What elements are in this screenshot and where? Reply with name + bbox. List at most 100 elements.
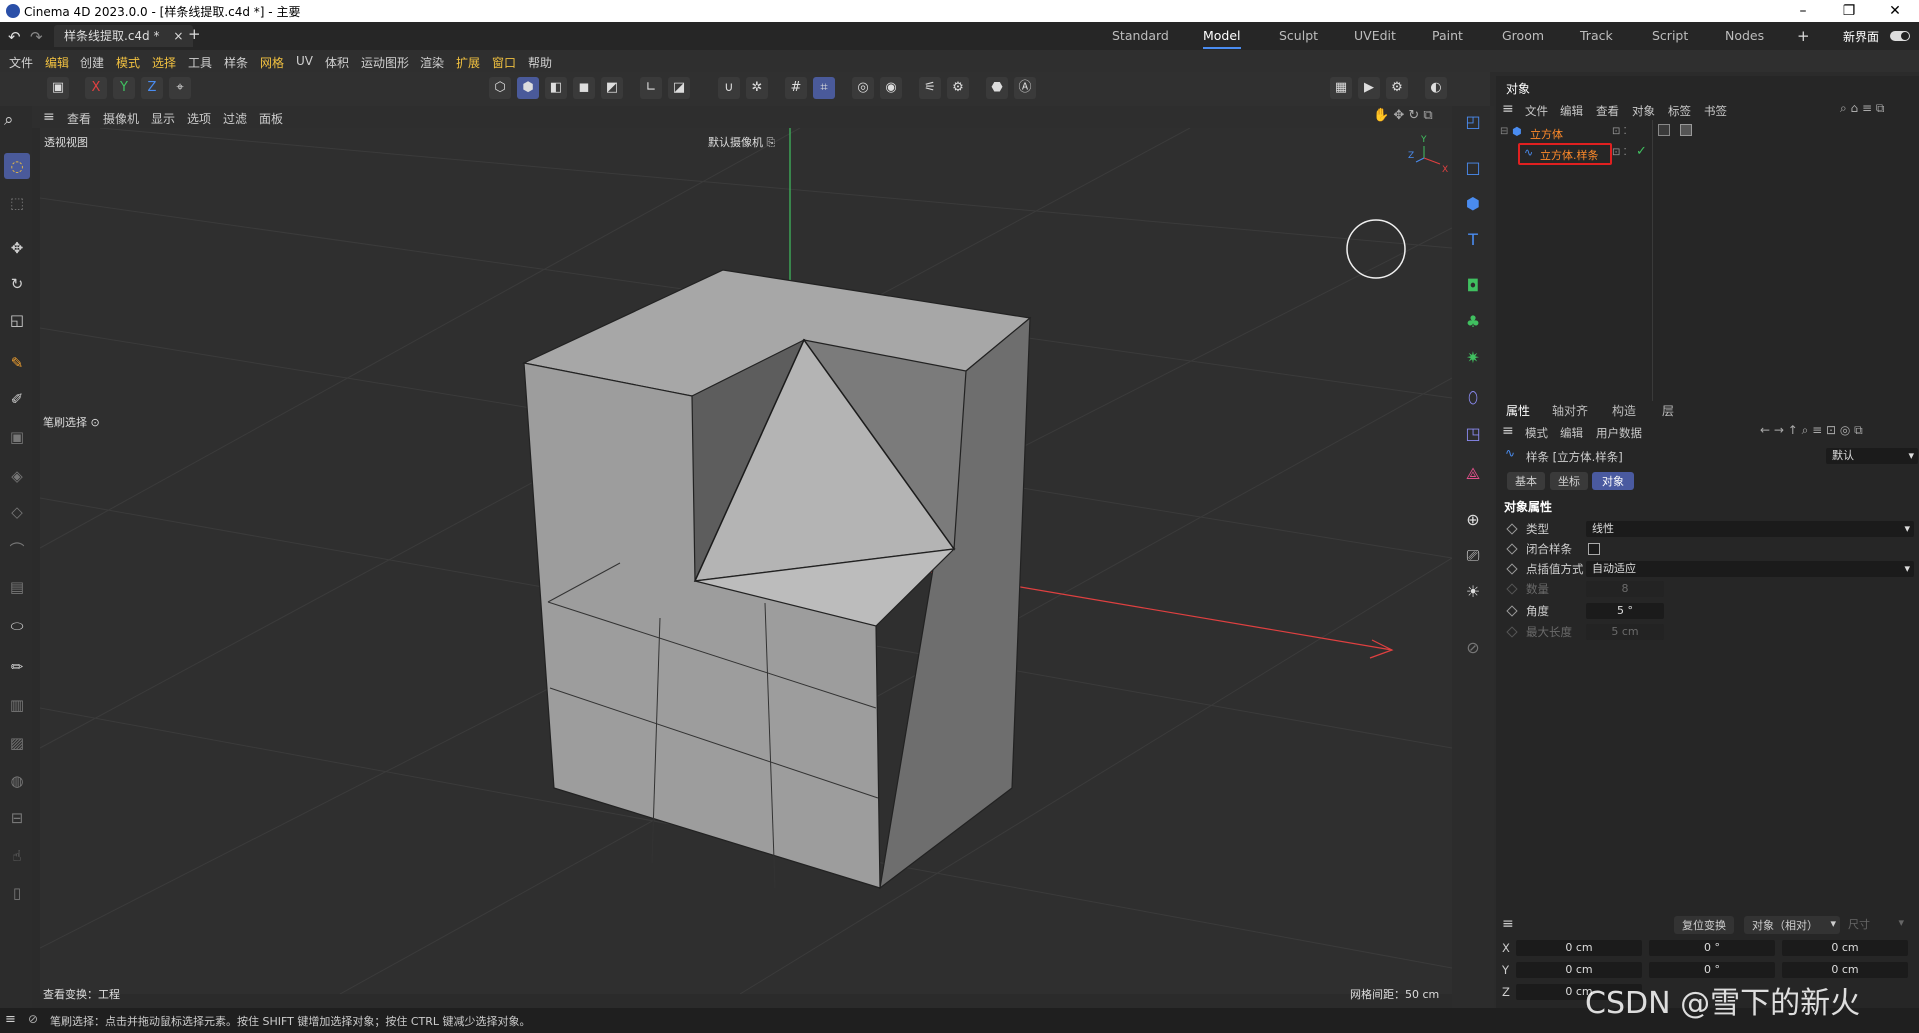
attr-tab-construct[interactable]: 构造 — [1612, 402, 1636, 419]
bridge-icon[interactable]: ⌒ — [4, 537, 30, 563]
cube-visibility-icon[interactable]: ⊡ ⁚ — [1612, 126, 1627, 137]
object-manager-menu-icon[interactable]: ≡ — [1502, 101, 1514, 117]
menu-window[interactable]: 窗口 — [492, 54, 516, 71]
viewport-menu-filter[interactable]: 过滤 — [223, 110, 247, 127]
field-icon[interactable]: ◳ — [1459, 420, 1487, 448]
coord-x-size[interactable]: 0 cm — [1782, 940, 1908, 956]
workplane-snap-icon[interactable]: ⌗ — [813, 77, 835, 99]
polygon-mode-icon[interactable]: ◧ — [545, 77, 567, 99]
om-menu-edit[interactable]: 编辑 — [1560, 103, 1583, 119]
attr-menu-userdata[interactable]: 用户数据 — [1596, 425, 1642, 441]
attr-tab-attributes[interactable]: 属性 — [1506, 402, 1530, 419]
text-object-icon[interactable]: T — [1459, 226, 1487, 254]
coord-y-position[interactable]: 0 cm — [1516, 962, 1642, 978]
viewport-menu-display[interactable]: 显示 — [151, 110, 175, 127]
om-menu-bookmarks[interactable]: 书签 — [1704, 103, 1727, 119]
solo-mode-icon[interactable]: ◪ — [668, 77, 690, 99]
menu-mograph[interactable]: 运动图形 — [361, 54, 409, 71]
tree-expand-icon[interactable]: ⊟ — [1500, 126, 1508, 137]
subtab-basic[interactable]: 基本 — [1507, 472, 1545, 490]
grid-snap-icon[interactable]: # — [785, 77, 807, 99]
spline-rectangle-icon[interactable]: □ — [1459, 154, 1487, 182]
minimize-button[interactable]: – — [1780, 1, 1826, 21]
close-spline-checkbox[interactable] — [1588, 543, 1600, 555]
panel-icon[interactable]: ▯ — [4, 880, 30, 906]
camera-object-icon[interactable]: ⎚ — [1459, 542, 1487, 570]
subtab-object[interactable]: 对象 — [1592, 472, 1634, 490]
viewport-menu-cameras[interactable]: 摄像机 — [103, 110, 139, 127]
layout-paint[interactable]: Paint — [1432, 22, 1463, 50]
sculpt-icon[interactable]: ◍ — [4, 768, 30, 794]
spline-sketch-icon[interactable]: ✐ — [4, 386, 30, 412]
viewport-scene[interactable]: Y Z X — [40, 128, 1452, 994]
uv-mode-icon[interactable]: ◩ — [601, 77, 623, 99]
attr-menu-icon[interactable]: ≡ — [1502, 423, 1514, 439]
reset-transform-button[interactable]: 复位变换 — [1674, 916, 1734, 934]
layout-uvedit[interactable]: UVEdit — [1354, 22, 1396, 50]
render-picture-viewer-icon[interactable]: ▶ — [1358, 77, 1380, 99]
attr-menu-edit[interactable]: 编辑 — [1560, 425, 1583, 441]
viewport-menu-icon[interactable]: ≡ — [43, 109, 55, 125]
layout-groom[interactable]: Groom — [1502, 22, 1544, 50]
new-interface-toggle[interactable] — [1890, 31, 1910, 41]
perspective-viewport[interactable]: Y Z X — [40, 128, 1452, 994]
layout-script[interactable]: Script — [1652, 22, 1688, 50]
paint-icon[interactable]: ⊘ — [1459, 634, 1487, 662]
spline-enabled-check-icon[interactable]: ✓ — [1636, 144, 1647, 159]
coord-y-size[interactable]: 0 cm — [1782, 962, 1908, 978]
menu-extensions[interactable]: 扩展 — [456, 54, 480, 71]
camera-label[interactable]: 默认摄像机 ⎘ — [708, 134, 775, 150]
pen-icon[interactable]: ✎ — [4, 350, 30, 376]
layout-model[interactable]: Model — [1203, 22, 1241, 49]
redshift-icon[interactable]: ◐ — [1425, 77, 1447, 99]
attr-tab-axis-align[interactable]: 轴对齐 — [1552, 402, 1588, 419]
menu-tools[interactable]: 工具 — [188, 54, 212, 71]
deform-icon[interactable]: ⚟ — [919, 77, 941, 99]
menu-mesh[interactable]: 网格 — [260, 54, 284, 71]
deformer-icon[interactable]: ⬯ — [1459, 384, 1487, 412]
menu-render[interactable]: 渲染 — [420, 54, 444, 71]
redo-icon[interactable]: ↷ — [30, 28, 43, 46]
viewport-menu-panel[interactable]: 面板 — [259, 110, 283, 127]
object-row-cube-spline[interactable]: 立方体.样条 — [1540, 147, 1599, 163]
coord-mode-dropdown[interactable]: 对象（相对） ▾ — [1744, 916, 1840, 934]
coord-x-position[interactable]: 0 cm — [1516, 940, 1642, 956]
cube-object-icon[interactable]: ⬢ — [1459, 190, 1487, 218]
align-icon[interactable]: ⊟ — [4, 805, 30, 831]
viewport-menu-view[interactable]: 查看 — [67, 110, 91, 127]
light-object-icon[interactable]: ☀ — [1459, 578, 1487, 606]
camera-icon[interactable]: ▣ — [47, 77, 69, 99]
attr-nav-icons[interactable]: ← → ↑ ⌕ ≡ ⊡ ◎ ⧉ — [1760, 423, 1863, 438]
search-icon[interactable]: ⌕ — [4, 110, 14, 130]
coord-size-dropdown[interactable]: 尺寸 ▾ — [1848, 916, 1908, 932]
phong-tag-icon[interactable] — [1658, 124, 1670, 136]
hide-icon[interactable]: ⬣ — [986, 77, 1008, 99]
om-menu-tags[interactable]: 标签 — [1668, 103, 1691, 119]
om-menu-file[interactable]: 文件 — [1525, 103, 1548, 119]
scale-icon[interactable]: ◱ — [4, 307, 30, 333]
quantize-icon[interactable]: ◉ — [880, 77, 902, 99]
viewport-nav-icons[interactable]: ✋ ✥ ↻ ⧉ — [1373, 108, 1433, 123]
om-menu-view[interactable]: 查看 — [1596, 103, 1619, 119]
knife-icon[interactable]: ▣ — [4, 424, 30, 450]
texture-icon[interactable]: ▨ — [4, 730, 30, 756]
layout-track[interactable]: Track — [1580, 22, 1613, 50]
weld-icon[interactable]: ▤ — [4, 574, 30, 600]
coord-y-rotation[interactable]: 0 ° — [1649, 962, 1775, 978]
axis-z-toggle[interactable]: Z — [141, 77, 163, 99]
attr-preset-dropdown[interactable]: 默认 ▾ — [1826, 448, 1918, 464]
cloner-icon[interactable]: ♣ — [1459, 308, 1487, 336]
menu-mode[interactable]: 模式 — [116, 54, 140, 71]
tag-icon[interactable]: ⟁ — [1459, 460, 1487, 488]
om-menu-objects[interactable]: 对象 — [1632, 103, 1655, 119]
subtab-coord[interactable]: 坐标 — [1550, 472, 1588, 490]
undo-icon[interactable]: ↶ — [8, 28, 21, 46]
effector-icon[interactable]: ✷ — [1459, 344, 1487, 372]
snap-settings-icon[interactable]: ✲ — [746, 77, 768, 99]
close-button[interactable]: ✕ — [1872, 1, 1918, 21]
menu-edit[interactable]: 编辑 — [45, 54, 69, 71]
render-settings-icon[interactable]: ⚙ — [1386, 77, 1408, 99]
magnet-icon[interactable]: ∪ — [718, 77, 740, 99]
coord-menu-icon[interactable]: ≡ — [1502, 916, 1514, 932]
layout-standard[interactable]: Standard — [1112, 22, 1169, 50]
